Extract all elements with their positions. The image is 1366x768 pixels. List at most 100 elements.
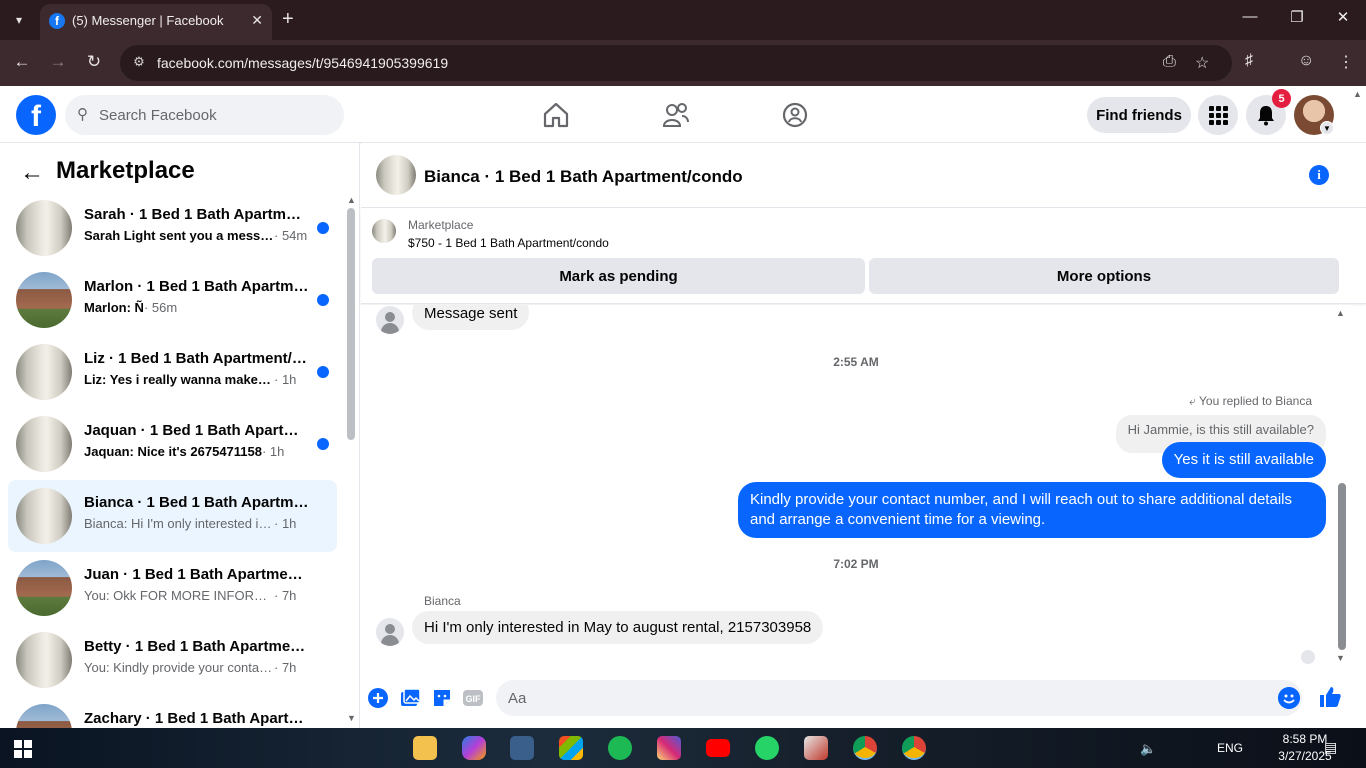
- conversation-item[interactable]: Liz · 1 Bed 1 Bath Apartment/condo Liz: …: [8, 336, 337, 408]
- bookmark-star-icon[interactable]: ☆: [1195, 53, 1209, 73]
- new-tab-icon[interactable]: +: [282, 8, 294, 30]
- scroll-up-icon[interactable]: ▲: [347, 195, 356, 205]
- photo-icon[interactable]: [399, 687, 421, 709]
- conversation-name: Bianca · 1 Bed 1 Bath Apartment/condo: [84, 494, 309, 511]
- chat-header: Bianca · 1 Bed 1 Bath Apartment/condo i: [361, 143, 1366, 208]
- search-input[interactable]: [99, 95, 329, 135]
- friends-icon[interactable]: [662, 102, 690, 128]
- tab-search-menu-icon[interactable]: ▾: [6, 7, 32, 33]
- whatsapp-icon[interactable]: [755, 736, 779, 760]
- more-options-button[interactable]: More options: [869, 258, 1339, 294]
- gif-icon[interactable]: GIF: [462, 687, 484, 709]
- grid-icon: [1209, 106, 1228, 125]
- chat-avatar[interactable]: [376, 155, 416, 195]
- message-input-box[interactable]: [496, 680, 1302, 716]
- scroll-down-icon[interactable]: ▼: [347, 713, 356, 723]
- listing-price-title[interactable]: $750 - 1 Bed 1 Bath Apartment/condo: [408, 236, 609, 250]
- conversation-item[interactable]: Marlon · 1 Bed 1 Bath Apartment/condo Ma…: [8, 264, 337, 336]
- sidebar-scrollbar[interactable]: [347, 208, 355, 440]
- restore-icon[interactable]: ❐: [1285, 8, 1309, 26]
- notification-center-icon[interactable]: ▤: [1324, 739, 1337, 756]
- contact-avatar: [376, 618, 404, 646]
- page-scroll-up-icon[interactable]: ▲: [1353, 89, 1362, 99]
- conversation-item[interactable]: Juan · 1 Bed 1 Bath Apartment/condo You:…: [8, 552, 337, 624]
- mark-as-pending-button[interactable]: Mark as pending: [372, 258, 865, 294]
- menu-grid-button[interactable]: [1198, 95, 1238, 135]
- volume-icon[interactable]: 🔈: [1140, 741, 1156, 757]
- forward-icon[interactable]: →: [46, 52, 70, 72]
- photoshop-icon[interactable]: [510, 736, 534, 760]
- microsoft-store-icon[interactable]: [559, 736, 583, 760]
- browser-tab-active[interactable]: f (5) Messenger | Facebook ✕: [40, 4, 272, 40]
- language-indicator[interactable]: ENG: [1217, 741, 1243, 755]
- conversation-item[interactable]: Sarah · 1 Bed 1 Bath Apartment/condo Sar…: [8, 192, 337, 264]
- seen-indicator-avatar: [1301, 650, 1315, 664]
- message-input[interactable]: [508, 680, 1248, 716]
- message-bubble-incoming: Hi I'm only interested in May to august …: [412, 611, 824, 644]
- notification-badge: 5: [1272, 89, 1291, 108]
- search-box[interactable]: ⚲: [65, 95, 344, 135]
- address-bar[interactable]: ⚙ facebook.com/messages/t/95469419053996…: [120, 45, 1232, 81]
- plus-circle-icon[interactable]: [367, 687, 389, 709]
- conversation-avatar: [16, 560, 72, 616]
- message-timestamp: 2:55 AM: [833, 355, 879, 369]
- home-icon[interactable]: [542, 102, 570, 128]
- conversation-name: Sarah · 1 Bed 1 Bath Apartment/condo: [84, 206, 309, 223]
- window-close-icon[interactable]: ✕: [1331, 8, 1355, 26]
- back-icon[interactable]: ←: [10, 52, 34, 72]
- search-icon: ⚲: [77, 106, 88, 123]
- conversation-item[interactable]: Betty · 1 Bed 1 Bath Apartment/condo You…: [8, 624, 337, 696]
- url-text[interactable]: facebook.com/messages/t/9546941905399619: [157, 55, 448, 71]
- copilot-icon[interactable]: [462, 736, 486, 760]
- message-timestamp: 7:02 PM: [833, 557, 879, 571]
- clock-time[interactable]: 8:58 PM: [1280, 732, 1330, 746]
- youtube-icon[interactable]: [706, 739, 730, 757]
- file-explorer-icon[interactable]: [413, 736, 437, 760]
- info-icon[interactable]: i: [1309, 165, 1329, 185]
- windows-taskbar: 🔈 ENG 8:58 PM 3/27/2025 ▤: [0, 728, 1366, 768]
- conversation-item[interactable]: Zachary · 1 Bed 1 Bath Apartment/condo: [8, 696, 337, 728]
- instagram-icon[interactable]: [657, 736, 681, 760]
- message-bubble-incoming: Message sent: [412, 305, 530, 330]
- listing-thumbnail[interactable]: [372, 219, 396, 243]
- chevron-down-icon[interactable]: ▼: [1320, 121, 1334, 135]
- chrome-icon[interactable]: [853, 736, 877, 760]
- groups-icon[interactable]: [781, 102, 809, 128]
- facebook-header: f ⚲ Find friends ▼: [0, 86, 1366, 143]
- conversation-name: Marlon · 1 Bed 1 Bath Apartment/condo: [84, 278, 309, 295]
- profile-icon[interactable]: ☺: [1298, 52, 1314, 70]
- conversation-item-active[interactable]: Bianca · 1 Bed 1 Bath Apartment/condo Bi…: [8, 480, 337, 552]
- tab-close-icon[interactable]: ✕: [251, 12, 263, 29]
- conversation-snippet: Sarah Light sent you a message · 54m: [84, 228, 308, 243]
- chat-scroll-up-icon[interactable]: ▲: [1336, 308, 1345, 318]
- spotify-icon[interactable]: [608, 736, 632, 760]
- extensions-icon[interactable]: ♯: [1245, 52, 1253, 70]
- paint-icon[interactable]: [804, 736, 828, 760]
- facebook-favicon-icon: f: [49, 13, 65, 29]
- install-app-icon[interactable]: ⎙: [1163, 53, 1176, 71]
- chat-title[interactable]: Bianca · 1 Bed 1 Bath Apartment/condo: [424, 167, 743, 187]
- conversation-item[interactable]: Jaquan · 1 Bed 1 Bath Apartment/condo Ja…: [8, 408, 337, 480]
- thumbs-up-icon[interactable]: [1318, 685, 1342, 709]
- sticker-icon[interactable]: [431, 687, 453, 709]
- minimize-icon[interactable]: —: [1238, 8, 1262, 25]
- back-arrow-icon[interactable]: ←: [20, 159, 44, 187]
- conversation-snippet: Marlon: Ñ · 56m: [84, 300, 178, 315]
- browser-toolbar: ← → ↻ ⚙ facebook.com/messages/t/95469419…: [0, 40, 1366, 86]
- listing-source: Marketplace: [408, 218, 474, 232]
- conversation-snippet: Liz: Yes i really wanna make my move· 1h: [84, 372, 297, 387]
- facebook-logo-icon[interactable]: f: [16, 95, 56, 135]
- message-bubble-outgoing: Kindly provide your contact number, and …: [738, 482, 1326, 538]
- emoji-icon[interactable]: [1278, 687, 1300, 709]
- reload-icon[interactable]: ↻: [82, 52, 106, 72]
- browser-menu-icon[interactable]: ⋮: [1338, 52, 1354, 72]
- chat-scrollbar[interactable]: [1338, 483, 1346, 650]
- sender-name: Bianca: [424, 594, 461, 608]
- chat-scroll-down-icon[interactable]: ▼: [1336, 653, 1345, 663]
- conversation-avatar: [16, 416, 72, 472]
- find-friends-button[interactable]: Find friends: [1087, 97, 1191, 133]
- chrome-profile-icon[interactable]: [902, 736, 926, 760]
- site-info-icon[interactable]: ⚙: [130, 54, 148, 72]
- conversation-list-panel: ← Marketplace Sarah · 1 Bed 1 Bath Apart…: [0, 143, 360, 728]
- windows-start-icon[interactable]: [14, 740, 32, 758]
